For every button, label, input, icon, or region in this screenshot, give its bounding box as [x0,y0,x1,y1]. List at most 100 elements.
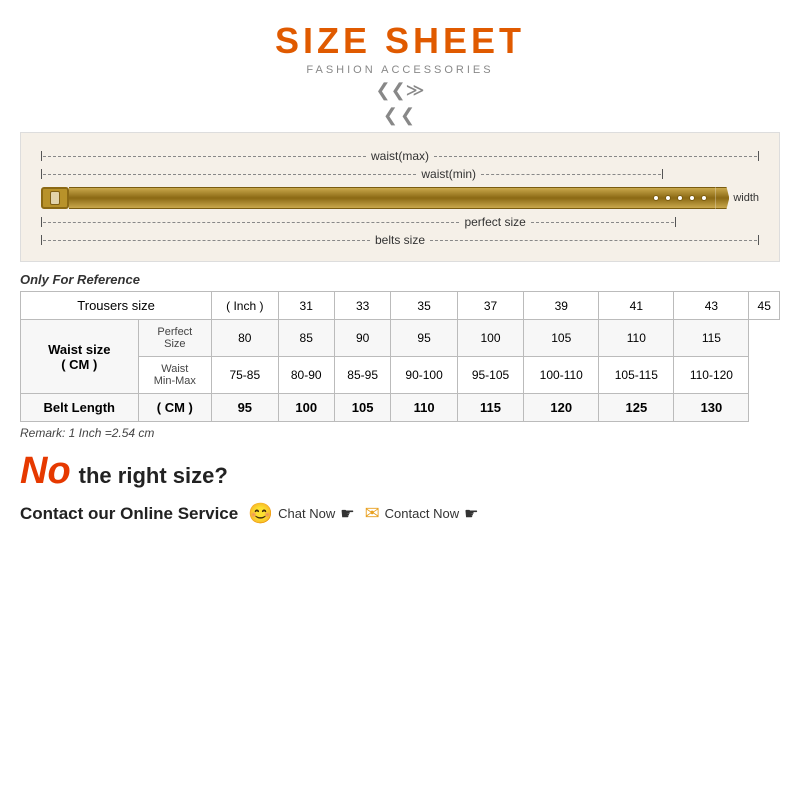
double-chevron-icon: ❮❮ [20,105,780,126]
bl-120: 120 [524,394,599,422]
waist-min-row: waist(min) [41,165,759,183]
reference-note: Only For Reference [20,272,780,287]
dashes [43,156,366,157]
col-31: 31 [278,292,334,320]
val-100: 100 [457,320,523,357]
belt-length-row: Belt Length ( CM ) 95 100 105 110 115 12… [21,394,780,422]
bl-115: 115 [457,394,523,422]
hand-icon-contact: ☛ [464,504,478,524]
contact-row: Contact our Online Service 😊 Chat Now ☛ … [20,501,780,526]
remark: Remark: 1 Inch =2.54 cm [20,426,780,440]
hole-2 [665,195,671,201]
chat-now-button[interactable]: 😊 Chat Now ☛ [248,501,354,526]
chat-icon: 😊 [248,501,273,526]
waist-max-row: waist(max) [41,147,759,165]
waist-size-label: Waist size( CM ) [21,320,139,394]
table-header-row: Trousers size ( Inch ) 31 33 35 37 39 41… [21,292,780,320]
belt-length-label: Belt Length [21,394,139,422]
tick-left [41,151,42,161]
belt-diagram: waist(max) waist(min) [20,132,780,262]
inch-header: ( Inch ) [212,292,278,320]
belt-size-row: belts size [41,231,759,249]
tick-right-2 [662,169,663,179]
col-33: 33 [334,292,390,320]
page-title: SIZE SHEET [20,20,780,62]
col-37: 37 [457,292,523,320]
bl-95: 95 [212,394,278,422]
bl-130: 130 [674,394,749,422]
no-text: No [20,450,71,493]
val-90: 90 [334,320,390,357]
tick-left-3 [41,217,42,227]
hole-5 [701,195,707,201]
col-43: 43 [674,292,749,320]
mail-icon: ✉ [365,503,380,524]
chat-now-label: Chat Now [278,506,335,521]
subtitle: FASHION ACCESSORIES [20,64,780,76]
table-row: Waist size( CM ) PerfectSize 80 85 90 95… [21,320,780,357]
contact-label: Contact our Online Service [20,504,238,524]
title-section: SIZE SHEET FASHION ACCESSORIES ❮❮≫ ❮❮ [20,20,780,126]
val-110: 110 [599,320,674,357]
belt-graphic: width [41,187,759,209]
bl-125: 125 [599,394,674,422]
tick-right [758,151,759,161]
dashes-3 [43,222,459,223]
range-85-95: 85-95 [334,357,390,394]
width-label: width [733,192,759,204]
tick-left-2 [41,169,42,179]
tick-right-3 [675,217,676,227]
range-100-110: 100-110 [524,357,599,394]
bottom-section: No the right size? Contact our Online Se… [20,450,780,526]
range-110-120: 110-120 [674,357,749,394]
col-39: 39 [524,292,599,320]
hole-3 [677,195,683,201]
chevron-icon: ❮❮≫ [20,80,780,101]
contact-now-label: Contact Now [385,506,459,521]
val-115: 115 [674,320,749,357]
dashes-right-4 [430,240,757,241]
belt-holes [645,187,715,209]
tick-right-4 [758,235,759,245]
perfect-size-cell: PerfectSize [138,320,212,357]
waist-minmax-cell: WaistMin-Max [138,357,212,394]
trousers-size-header: Trousers size [21,292,212,320]
range-95-105: 95-105 [457,357,523,394]
hole-4 [689,195,695,201]
belts-size-label: belts size [370,233,430,247]
perfect-size-label: perfect size [459,215,530,229]
size-table: Trousers size ( Inch ) 31 33 35 37 39 41… [20,291,780,422]
col-35: 35 [391,292,457,320]
range-75-85: 75-85 [212,357,278,394]
dashes-4 [43,240,370,241]
col-41: 41 [599,292,674,320]
bl-105: 105 [334,394,390,422]
belt-tip [715,187,729,209]
range-105-115: 105-115 [599,357,674,394]
belt-strap [69,187,645,209]
hand-icon-chat: ☛ [340,504,354,524]
right-size-text: the right size? [79,463,228,489]
dashes-right-2 [481,174,661,175]
no-right-size-row: No the right size? [20,450,780,493]
val-95: 95 [391,320,457,357]
dashes-2 [43,174,416,175]
belt-length-unit: ( CM ) [138,394,212,422]
val-80: 80 [212,320,278,357]
dashes-right-3 [531,222,675,223]
perfect-size-row: perfect size [41,213,759,231]
bl-110: 110 [391,394,457,422]
val-105: 105 [524,320,599,357]
range-80-90: 80-90 [278,357,334,394]
tick-left-4 [41,235,42,245]
hole-1 [653,195,659,201]
range-90-100: 90-100 [391,357,457,394]
val-85: 85 [278,320,334,357]
belt-buckle [41,187,69,209]
col-45: 45 [749,292,780,320]
buckle-center [50,191,60,205]
bl-100: 100 [278,394,334,422]
contact-now-button[interactable]: ✉ Contact Now ☛ [365,503,479,524]
waist-max-label: waist(max) [366,149,434,163]
waist-min-label: waist(min) [416,167,481,181]
